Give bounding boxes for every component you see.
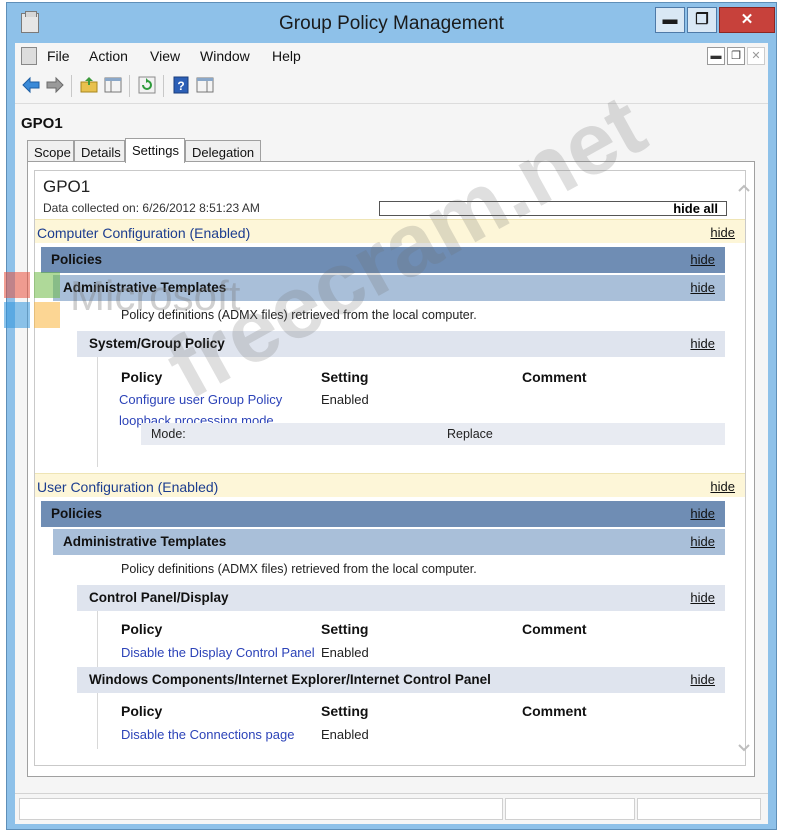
hide-link[interactable]: hide	[690, 590, 715, 605]
hide-link[interactable]: hide	[690, 506, 715, 521]
refresh-icon[interactable]	[137, 75, 157, 95]
toolbar: ?	[15, 71, 768, 104]
policies-label: Policies	[51, 252, 103, 267]
menu-file[interactable]: File	[47, 48, 70, 64]
watermark-logo-square	[34, 302, 60, 328]
section-border	[97, 611, 98, 667]
mode-value: Replace	[447, 427, 493, 441]
section-label: Control Panel/Display	[89, 590, 229, 605]
section-label: Windows Components/Internet Explorer/Int…	[89, 672, 491, 687]
help-icon[interactable]: ?	[171, 75, 191, 95]
menu-window[interactable]: Window	[200, 48, 250, 64]
user-policies-row[interactable]: Policies hide	[41, 501, 725, 527]
maximize-button[interactable]: ❐	[687, 7, 717, 33]
hide-link[interactable]: hide	[710, 479, 735, 494]
close-button[interactable]: ✕	[719, 7, 775, 33]
gpo-heading: GPO1	[21, 115, 63, 132]
section-border	[97, 693, 98, 749]
toolbar-separator	[71, 75, 72, 97]
column-header-setting: Setting	[321, 369, 369, 385]
policy-setting-value: Enabled	[321, 392, 369, 407]
menu-bar: File Action View Window Help ▬ ❐ ✕	[15, 43, 768, 69]
hide-link[interactable]: hide	[690, 252, 715, 267]
column-header-comment: Comment	[522, 369, 587, 385]
tab-settings[interactable]: Settings	[125, 138, 185, 163]
admx-note: Policy definitions (ADMX files) retrieve…	[121, 562, 477, 576]
forward-arrow-icon[interactable]	[45, 75, 65, 95]
policy-setting-value: Enabled	[321, 727, 369, 742]
computer-configuration-label: Computer Configuration (Enabled)	[37, 225, 251, 241]
column-header-policy: Policy	[121, 703, 163, 719]
hide-link[interactable]: hide	[690, 280, 715, 295]
section-border	[97, 357, 98, 467]
policy-link-disable-connections[interactable]: Disable the Connections page	[121, 727, 294, 742]
report-title: GPO1	[43, 177, 91, 196]
menu-help[interactable]: Help	[272, 48, 301, 64]
hide-link[interactable]: hide	[690, 336, 715, 351]
hide-link[interactable]: hide	[710, 225, 735, 240]
menu-action[interactable]: Action	[89, 48, 128, 64]
title-bar[interactable]: Group Policy Management ▬ ❐ ✕	[7, 3, 776, 43]
policies-label: Policies	[51, 506, 103, 521]
scroll-up-icon[interactable]	[738, 180, 750, 192]
action-pane-icon[interactable]	[195, 75, 215, 95]
user-configuration-row[interactable]: User Configuration (Enabled) hide	[35, 473, 745, 497]
watermark-logo-square	[4, 302, 30, 328]
column-header-policy: Policy	[121, 621, 163, 637]
minimize-button[interactable]: ▬	[655, 7, 685, 33]
status-cell	[19, 798, 503, 820]
app-window: Group Policy Management ▬ ❐ ✕ File Actio…	[6, 2, 777, 830]
column-header-policy: Policy	[121, 369, 163, 385]
mode-label: Mode:	[151, 427, 186, 441]
status-cell	[505, 798, 635, 820]
column-header-setting: Setting	[321, 703, 369, 719]
menu-view[interactable]: View	[150, 48, 180, 64]
column-header-comment: Comment	[522, 703, 587, 719]
data-collected-text: Data collected on: 6/26/2012 8:51:23 AM	[43, 201, 260, 215]
svg-text:?: ?	[177, 79, 184, 93]
watermark-logo-square	[34, 272, 60, 298]
toolbar-separator	[129, 75, 130, 97]
up-folder-icon[interactable]	[79, 75, 99, 95]
mdi-minimize-button[interactable]: ▬	[707, 47, 725, 65]
mdi-close-button[interactable]: ✕	[747, 47, 765, 65]
mdi-restore-button[interactable]: ❐	[727, 47, 745, 65]
admin-templates-label: Administrative Templates	[63, 534, 227, 549]
policy-setting-value: Enabled	[321, 645, 369, 660]
mode-row: Mode: Replace	[141, 423, 725, 445]
column-header-setting: Setting	[321, 621, 369, 637]
document-icon[interactable]	[21, 47, 37, 65]
show-hide-console-tree-icon[interactable]	[103, 75, 123, 95]
toolbar-separator	[163, 75, 164, 97]
ie-control-panel-row[interactable]: Windows Components/Internet Explorer/Int…	[77, 667, 725, 693]
hide-link[interactable]: hide	[690, 534, 715, 549]
policy-link-disable-display[interactable]: Disable the Display Control Panel	[121, 645, 315, 660]
tab-delegation[interactable]: Delegation	[185, 140, 261, 162]
tab-details[interactable]: Details	[74, 140, 125, 162]
back-arrow-icon[interactable]	[21, 75, 41, 95]
column-header-comment: Comment	[522, 621, 587, 637]
status-bar	[15, 793, 768, 824]
status-cell	[637, 798, 761, 820]
hide-link[interactable]: hide	[690, 672, 715, 687]
control-panel-display-row[interactable]: Control Panel/Display hide	[77, 585, 725, 611]
scroll-down-icon[interactable]	[738, 740, 750, 752]
tab-scope[interactable]: Scope	[27, 140, 74, 162]
user-admin-templates-row[interactable]: Administrative Templates hide	[53, 529, 725, 555]
user-configuration-label: User Configuration (Enabled)	[37, 479, 219, 495]
watermark-logo-square	[4, 272, 30, 298]
